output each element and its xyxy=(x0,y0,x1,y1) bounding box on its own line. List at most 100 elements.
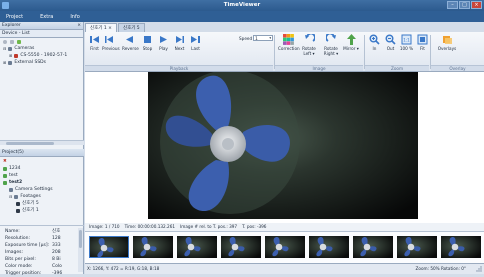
project-icon xyxy=(3,173,7,178)
filmstrip-frame[interactable] xyxy=(221,236,261,258)
zoom-status: Zoom: 50% Rotation: 0° xyxy=(415,266,466,271)
pixel-readout: X: 1266, Y: 472 = R:19, G:18, B:18 xyxy=(87,266,160,271)
project-item-1234[interactable]: 1234 xyxy=(0,165,84,172)
sidebar: Explorer × Device - List ⊟ Cameras ⊞ CS-… xyxy=(0,22,84,276)
group-label-overlay: Overlay xyxy=(431,65,484,71)
filmstrip-frame[interactable] xyxy=(441,236,481,258)
status-bar: X: 1266, Y: 472 = R:19, G:18, B:18 Zoom:… xyxy=(85,263,484,274)
rotate-left-icon xyxy=(304,32,316,45)
project-item-test[interactable]: test xyxy=(0,172,84,179)
rotate-right-icon xyxy=(324,32,337,45)
frame-info-bar: Image: 1 / 710 Time: 00:00:00.132.261 Im… xyxy=(85,223,484,231)
zoom-100-button[interactable]: 1:1 100 % xyxy=(399,34,414,52)
project-item-footages[interactable]: ⊟ Footages xyxy=(0,193,84,200)
tree-item-ssds[interactable]: ⊞ External SSDs xyxy=(0,59,83,66)
ribbon-separator xyxy=(364,35,365,69)
speed-select[interactable]: 1 ▾ xyxy=(253,35,274,41)
last-button[interactable]: Last xyxy=(188,34,203,52)
svg-text:1:1: 1:1 xyxy=(403,38,410,43)
previous-button[interactable]: Previous xyxy=(102,34,120,52)
title-bar: TimeViewer – □ × xyxy=(0,0,484,11)
stop-button[interactable]: Stop xyxy=(140,34,155,52)
property-row: Color mode: Colo xyxy=(5,264,62,269)
footage-tabs: 신호기 1 × 신호기 5 xyxy=(85,22,146,32)
zoom-in-button[interactable]: In xyxy=(367,34,382,52)
filmstrip-frame[interactable] xyxy=(309,236,349,258)
speed-label: Speed xyxy=(239,35,253,41)
minimize-button[interactable]: – xyxy=(447,1,458,9)
footage-item-label: 신호기 1 xyxy=(22,208,39,213)
settings-icon xyxy=(9,187,13,192)
project-delete-icon[interactable]: ✖ xyxy=(0,158,84,165)
skip-last-icon xyxy=(190,34,201,45)
tree-item-label: CS-5550 - 1902-57-1 xyxy=(20,53,68,58)
rotate-left-button[interactable]: Rotate Left ▾ xyxy=(299,32,319,56)
scroll-thumb[interactable] xyxy=(79,230,82,248)
image-viewer[interactable] xyxy=(85,72,484,223)
filmstrip-frame[interactable] xyxy=(353,236,393,258)
menu-extra[interactable]: Extra xyxy=(38,13,55,21)
tree-item-cameras[interactable]: ⊟ Cameras xyxy=(0,45,83,52)
image-index: Image: 1 / 710 xyxy=(89,224,120,229)
property-row: Bits per pixel: 8 Bi xyxy=(5,257,61,262)
footage-item-label: 신호기 5 xyxy=(22,201,39,206)
tab-close-icon[interactable]: × xyxy=(108,26,112,31)
menu-project[interactable]: Project xyxy=(4,13,25,21)
filmstrip-frame[interactable] xyxy=(89,236,129,258)
mirror-button[interactable]: Mirror ▾ xyxy=(342,34,360,52)
tab-footage-5[interactable]: 신호기 5 xyxy=(117,23,145,32)
explorer-hscrollbar[interactable] xyxy=(0,140,84,145)
maximize-button[interactable]: □ xyxy=(459,1,470,9)
tab-footage-1[interactable]: 신호기 1 × xyxy=(85,23,117,32)
filmstrip[interactable] xyxy=(85,231,484,263)
project-item-label: Footages xyxy=(20,194,41,199)
footage-item-1[interactable]: 신호기 1 xyxy=(0,207,84,214)
step-forward-icon xyxy=(174,34,185,45)
properties-vscrollbar[interactable] xyxy=(78,228,83,272)
zoom-out-button[interactable]: Out xyxy=(383,34,398,52)
property-row: Resolution: 128 xyxy=(5,236,61,241)
play-icon xyxy=(158,34,169,45)
project-item-camera-settings[interactable]: Camera Settings xyxy=(0,186,84,193)
property-row: Images: 208 xyxy=(5,250,61,255)
device-list-title: Device - List xyxy=(2,31,30,36)
play-button[interactable]: Play xyxy=(156,34,171,52)
reverse-icon xyxy=(124,34,135,45)
zoom-out-icon xyxy=(385,34,396,45)
project-header: Project(5) xyxy=(0,149,84,157)
reverse-button[interactable]: Reverse xyxy=(122,34,139,52)
rotate-right-button[interactable]: Rotate Right ▾ xyxy=(321,32,341,56)
drive-icon xyxy=(8,60,13,65)
zoom-fit-button[interactable]: Fit xyxy=(415,34,430,52)
refresh-icon[interactable] xyxy=(3,39,7,44)
project-item-label: test xyxy=(9,173,18,178)
explorer-close-icon[interactable]: × xyxy=(77,22,81,30)
project-tree: ✖ 1234 test test2 Camera Settings ⊟ Foot… xyxy=(0,158,84,214)
menu-info[interactable]: Info xyxy=(68,13,81,21)
resize-grip-icon[interactable] xyxy=(474,266,482,272)
camera-icon xyxy=(8,46,13,51)
next-button[interactable]: Next xyxy=(172,34,187,52)
close-button[interactable]: × xyxy=(471,1,482,9)
tree-item-camera-device[interactable]: ⊞ CS-5550 - 1902-57-1 xyxy=(0,52,83,59)
filmstrip-frame[interactable] xyxy=(265,236,305,258)
filmstrip-frame[interactable] xyxy=(133,236,173,258)
overlays-button[interactable]: Overlays xyxy=(437,34,457,52)
project-title: Project(5) xyxy=(2,150,24,155)
add-icon[interactable] xyxy=(17,39,21,44)
footage-item-5[interactable]: 신호기 5 xyxy=(0,200,84,207)
scroll-thumb[interactable] xyxy=(6,142,54,145)
settings-icon[interactable] xyxy=(10,39,14,44)
first-button[interactable]: First xyxy=(87,34,102,52)
video-frame[interactable] xyxy=(148,72,418,219)
device-list-header: Device - List xyxy=(0,30,83,38)
filmstrip-frame[interactable] xyxy=(397,236,437,258)
correction-button[interactable]: Correction xyxy=(278,34,300,52)
project-icon xyxy=(3,180,7,185)
ribbon-separator xyxy=(274,35,275,69)
tree-item-label: Cameras xyxy=(14,46,35,51)
overlay-icon xyxy=(442,34,453,45)
filmstrip-frame[interactable] xyxy=(177,236,217,258)
project-item-test2[interactable]: test2 xyxy=(0,179,84,186)
explorer-title: Explorer xyxy=(2,23,21,28)
